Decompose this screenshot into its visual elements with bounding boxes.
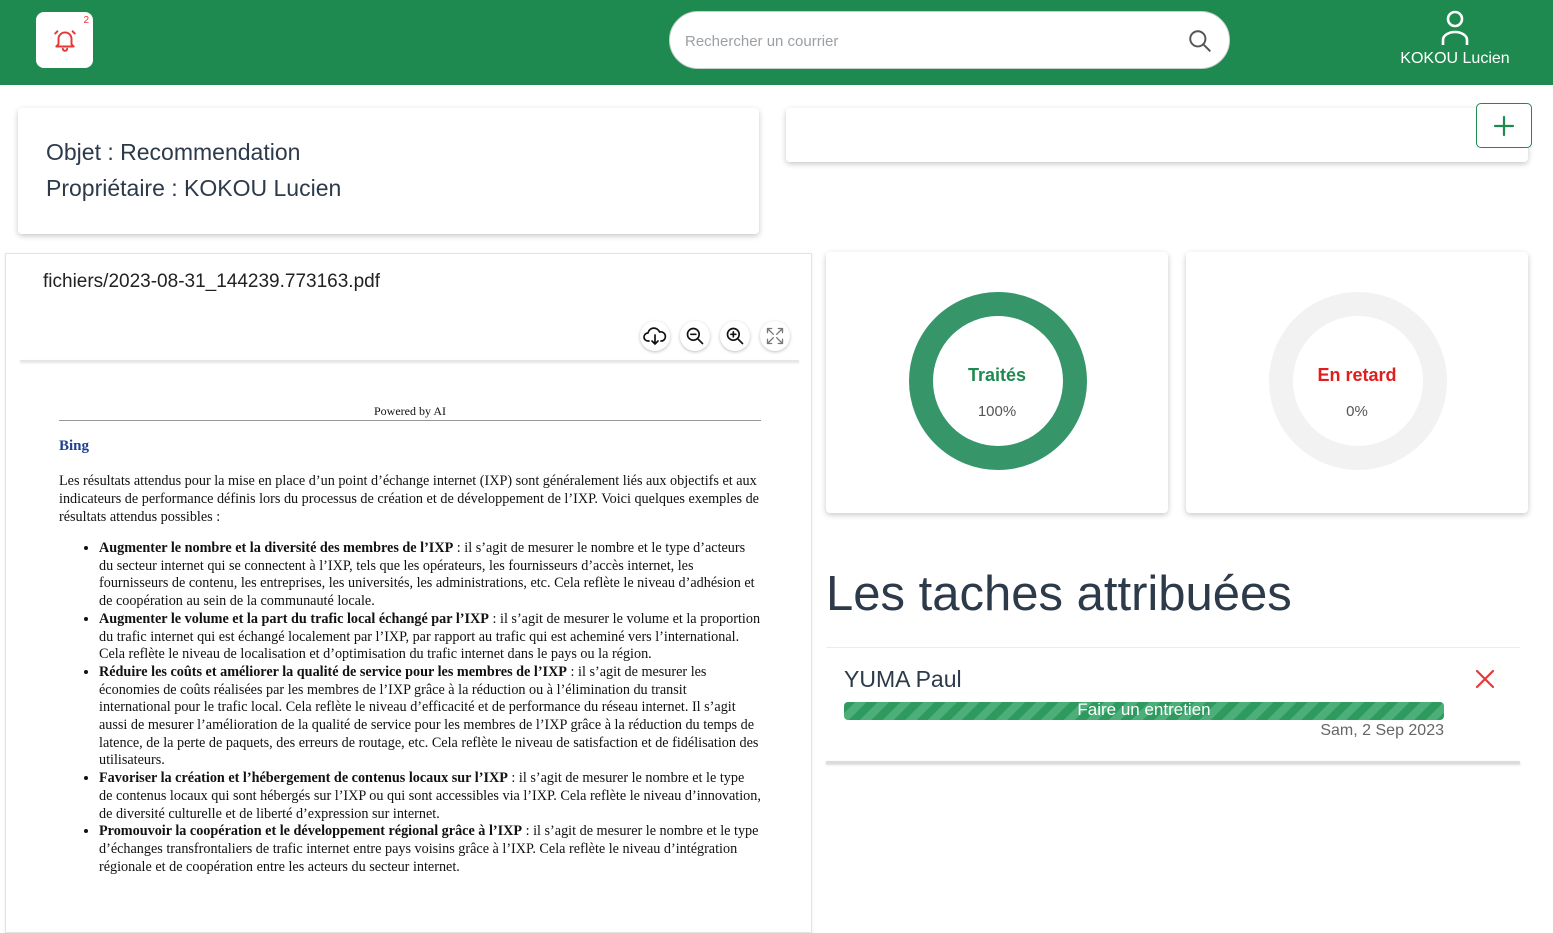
list-item-title: Réduire les coûts et améliorer la qualit… xyxy=(99,663,567,680)
user-profile[interactable]: KOKOU Lucien xyxy=(1392,10,1518,72)
pdf-page: Powered by AI Bing Les résultats attendu… xyxy=(59,404,761,876)
search-bar xyxy=(669,11,1230,69)
close-icon[interactable] xyxy=(1474,668,1496,690)
mail-info-card: Objet : Recommendation Propriétaire : KO… xyxy=(18,108,759,234)
list-item-title: Augmenter le nombre et la diversité des … xyxy=(99,540,454,556)
list-item: Favoriser la création et l’hébergement d… xyxy=(99,770,761,823)
mail-object: Objet : Recommendation xyxy=(46,139,301,165)
bell-icon xyxy=(53,30,76,52)
pdf-intro-paragraph: Les résultats attendus pour la mise en p… xyxy=(59,473,759,525)
notifications-button[interactable]: 2 xyxy=(36,12,93,68)
fullscreen-button[interactable] xyxy=(760,321,790,351)
zoom-out-button[interactable] xyxy=(680,321,710,351)
top-bar: 2 KOKOU Lucien xyxy=(0,0,1553,85)
zoom-in-icon xyxy=(726,327,744,345)
list-item: Augmenter le volume et la part du trafic… xyxy=(99,611,761,664)
user-name: KOKOU Lucien xyxy=(1400,50,1510,67)
task-date: Sam, 2 Sep 2023 xyxy=(1320,722,1444,739)
task-name: Faire un entretien xyxy=(1077,702,1211,719)
pdf-toolbar xyxy=(640,321,790,351)
actions-card xyxy=(786,108,1528,162)
fullscreen-icon xyxy=(766,327,784,345)
pdf-source-title: Bing xyxy=(59,438,90,454)
pdf-viewer: fichiers/2023-08-31_144239.773163.pdf Po… xyxy=(5,253,812,933)
list-item: Réduire les coûts et améliorer la qualit… xyxy=(99,664,761,770)
search-icon[interactable] xyxy=(1187,28,1213,54)
list-item-title: Augmenter le volume et la part du trafic… xyxy=(99,610,489,627)
pdf-file-name: fichiers/2023-08-31_144239.773163.pdf xyxy=(43,271,380,292)
download-button[interactable] xyxy=(640,321,670,351)
list-item: Promouvoir la coopération et le développ… xyxy=(99,823,761,876)
divider xyxy=(826,761,1520,764)
task-progress-bar: Faire un entretien xyxy=(844,702,1444,720)
list-item-title: Promouvoir la coopération et le développ… xyxy=(99,823,523,840)
late-stat-card: En retard 0% xyxy=(1186,252,1528,513)
zoom-out-icon xyxy=(686,327,704,345)
notification-count-badge: 2 xyxy=(83,15,89,26)
search-input[interactable] xyxy=(685,30,1165,52)
task-item: YUMA Paul Faire un entretien Sam, 2 Sep … xyxy=(826,648,1520,762)
add-button[interactable] xyxy=(1476,103,1532,148)
plus-icon xyxy=(1493,115,1515,136)
zoom-in-button[interactable] xyxy=(720,321,750,351)
pdf-results-list: Augmenter le nombre et la diversité des … xyxy=(59,540,761,876)
processed-label: Traités xyxy=(967,365,1027,385)
viewer-divider xyxy=(20,360,799,362)
processed-stat-card: Traités 100% xyxy=(826,252,1168,513)
late-label: En retard xyxy=(1317,365,1397,385)
user-icon xyxy=(1441,10,1469,45)
list-item-title: Favoriser la création et l’hébergement d… xyxy=(99,770,508,787)
list-item: Augmenter le nombre et la diversité des … xyxy=(99,540,761,611)
download-icon xyxy=(643,327,667,345)
task-assignee: YUMA Paul xyxy=(844,666,962,692)
pdf-page-header: Powered by AI xyxy=(59,404,761,421)
late-percent: 0% xyxy=(1346,403,1368,420)
mail-owner: Propriétaire : KOKOU Lucien xyxy=(46,175,342,201)
processed-percent: 100% xyxy=(977,403,1017,420)
tasks-title: Les taches attribuées xyxy=(826,567,1292,621)
